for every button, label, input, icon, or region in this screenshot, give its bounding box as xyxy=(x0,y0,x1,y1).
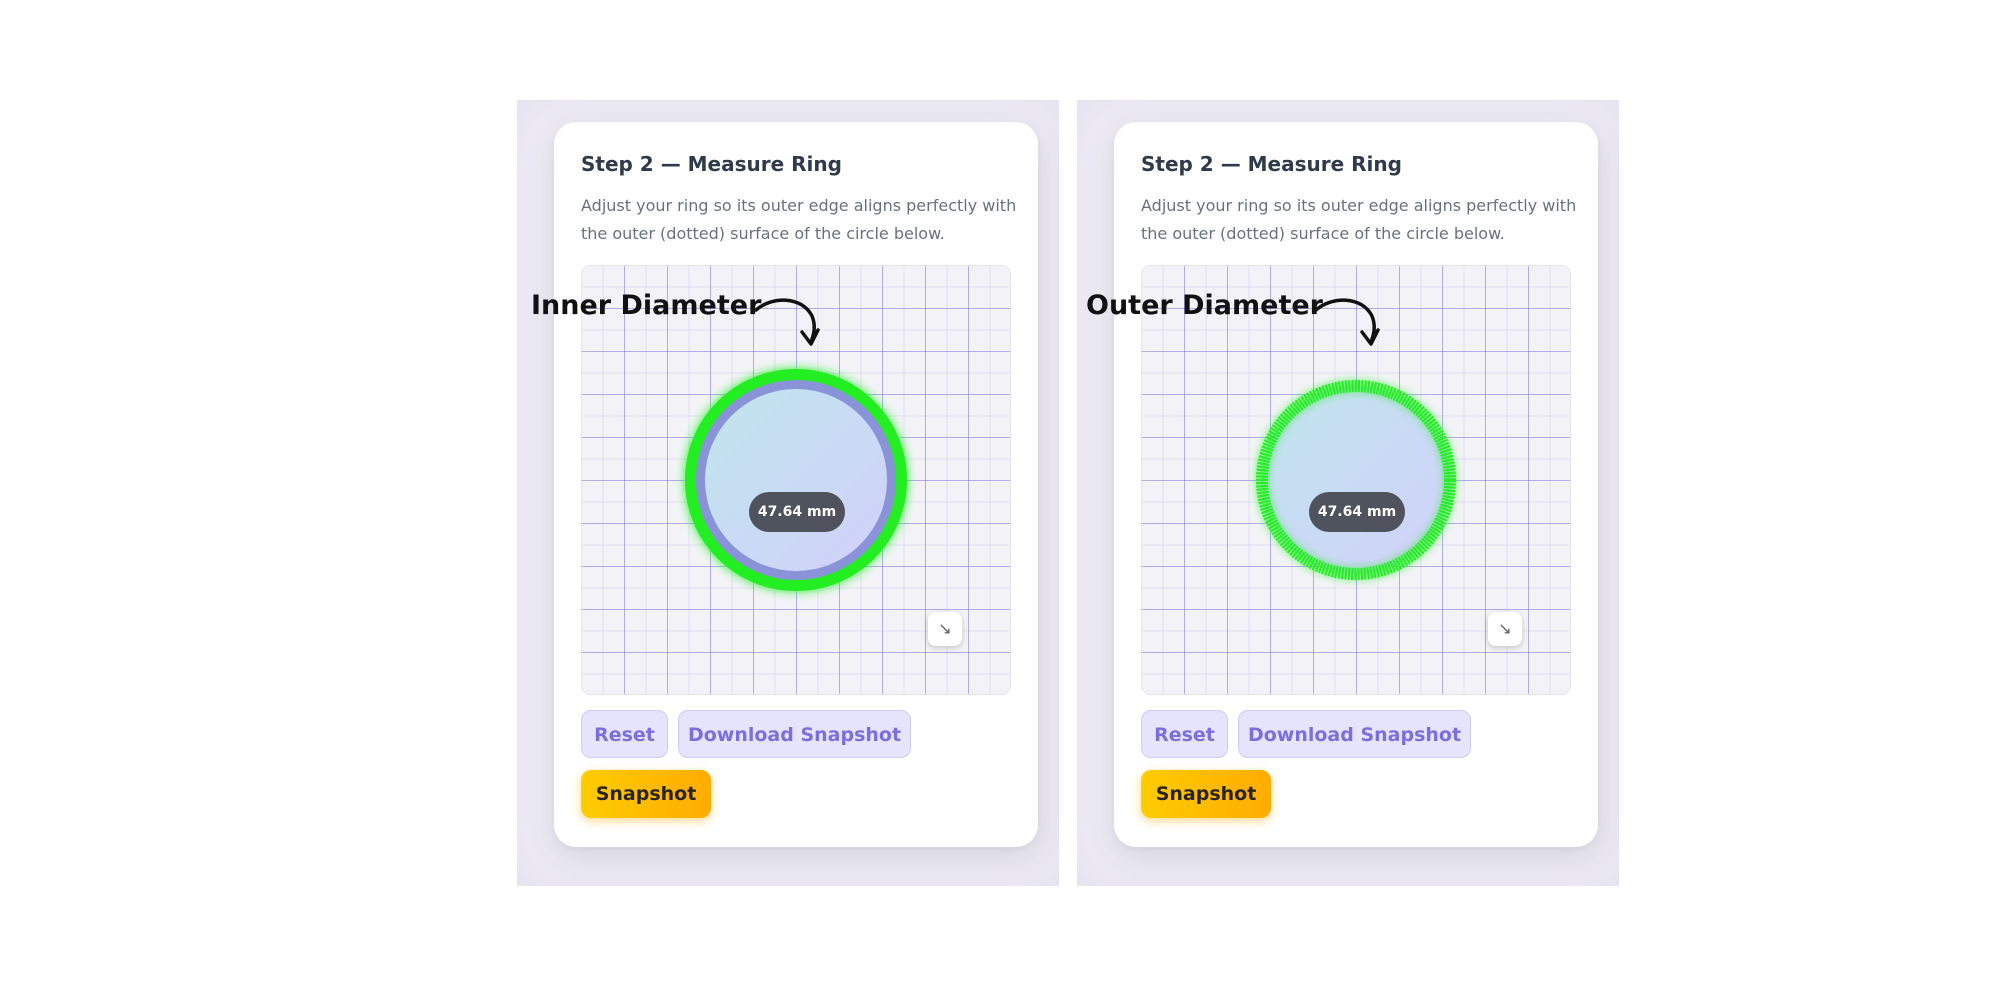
ring-measure-panel-outer: Step 2 — Measure Ring Adjust your ring s… xyxy=(1077,100,1619,886)
card-title: Step 2 — Measure Ring xyxy=(581,152,842,176)
ring-inner-surface xyxy=(705,389,887,571)
reset-button[interactable]: Reset xyxy=(581,710,668,758)
measure-card: Step 2 — Measure Ring Adjust your ring s… xyxy=(554,122,1038,847)
snapshot-button[interactable]: Snapshot xyxy=(1141,770,1271,818)
measure-card: Step 2 — Measure Ring Adjust your ring s… xyxy=(1114,122,1598,847)
download-snapshot-button[interactable]: Download Snapshot xyxy=(1238,710,1471,758)
outer-diameter-annotation: Outer Diameter xyxy=(1086,290,1323,321)
download-snapshot-button[interactable]: Download Snapshot xyxy=(678,710,911,758)
curved-arrow-icon xyxy=(754,298,820,346)
diameter-readout: 47.64 mm xyxy=(749,492,845,532)
inner-diameter-annotation: Inner Diameter xyxy=(531,290,762,321)
snapshot-button[interactable]: Snapshot xyxy=(581,770,711,818)
card-title: Step 2 — Measure Ring xyxy=(1141,152,1402,176)
resize-handle[interactable]: ↘ xyxy=(928,612,962,646)
card-description: Adjust your ring so its outer edge align… xyxy=(1141,196,1577,243)
curved-arrow-icon xyxy=(1314,298,1380,346)
card-description: Adjust your ring so its outer edge align… xyxy=(581,196,1017,243)
reset-button[interactable]: Reset xyxy=(1141,710,1228,758)
resize-arrow-icon: ↘ xyxy=(938,619,952,638)
diameter-readout: 47.64 mm xyxy=(1309,492,1405,532)
resize-handle[interactable]: ↘ xyxy=(1488,612,1522,646)
ring-measure-panel-inner: Step 2 — Measure Ring Adjust your ring s… xyxy=(517,100,1059,886)
resize-arrow-icon: ↘ xyxy=(1498,619,1512,638)
